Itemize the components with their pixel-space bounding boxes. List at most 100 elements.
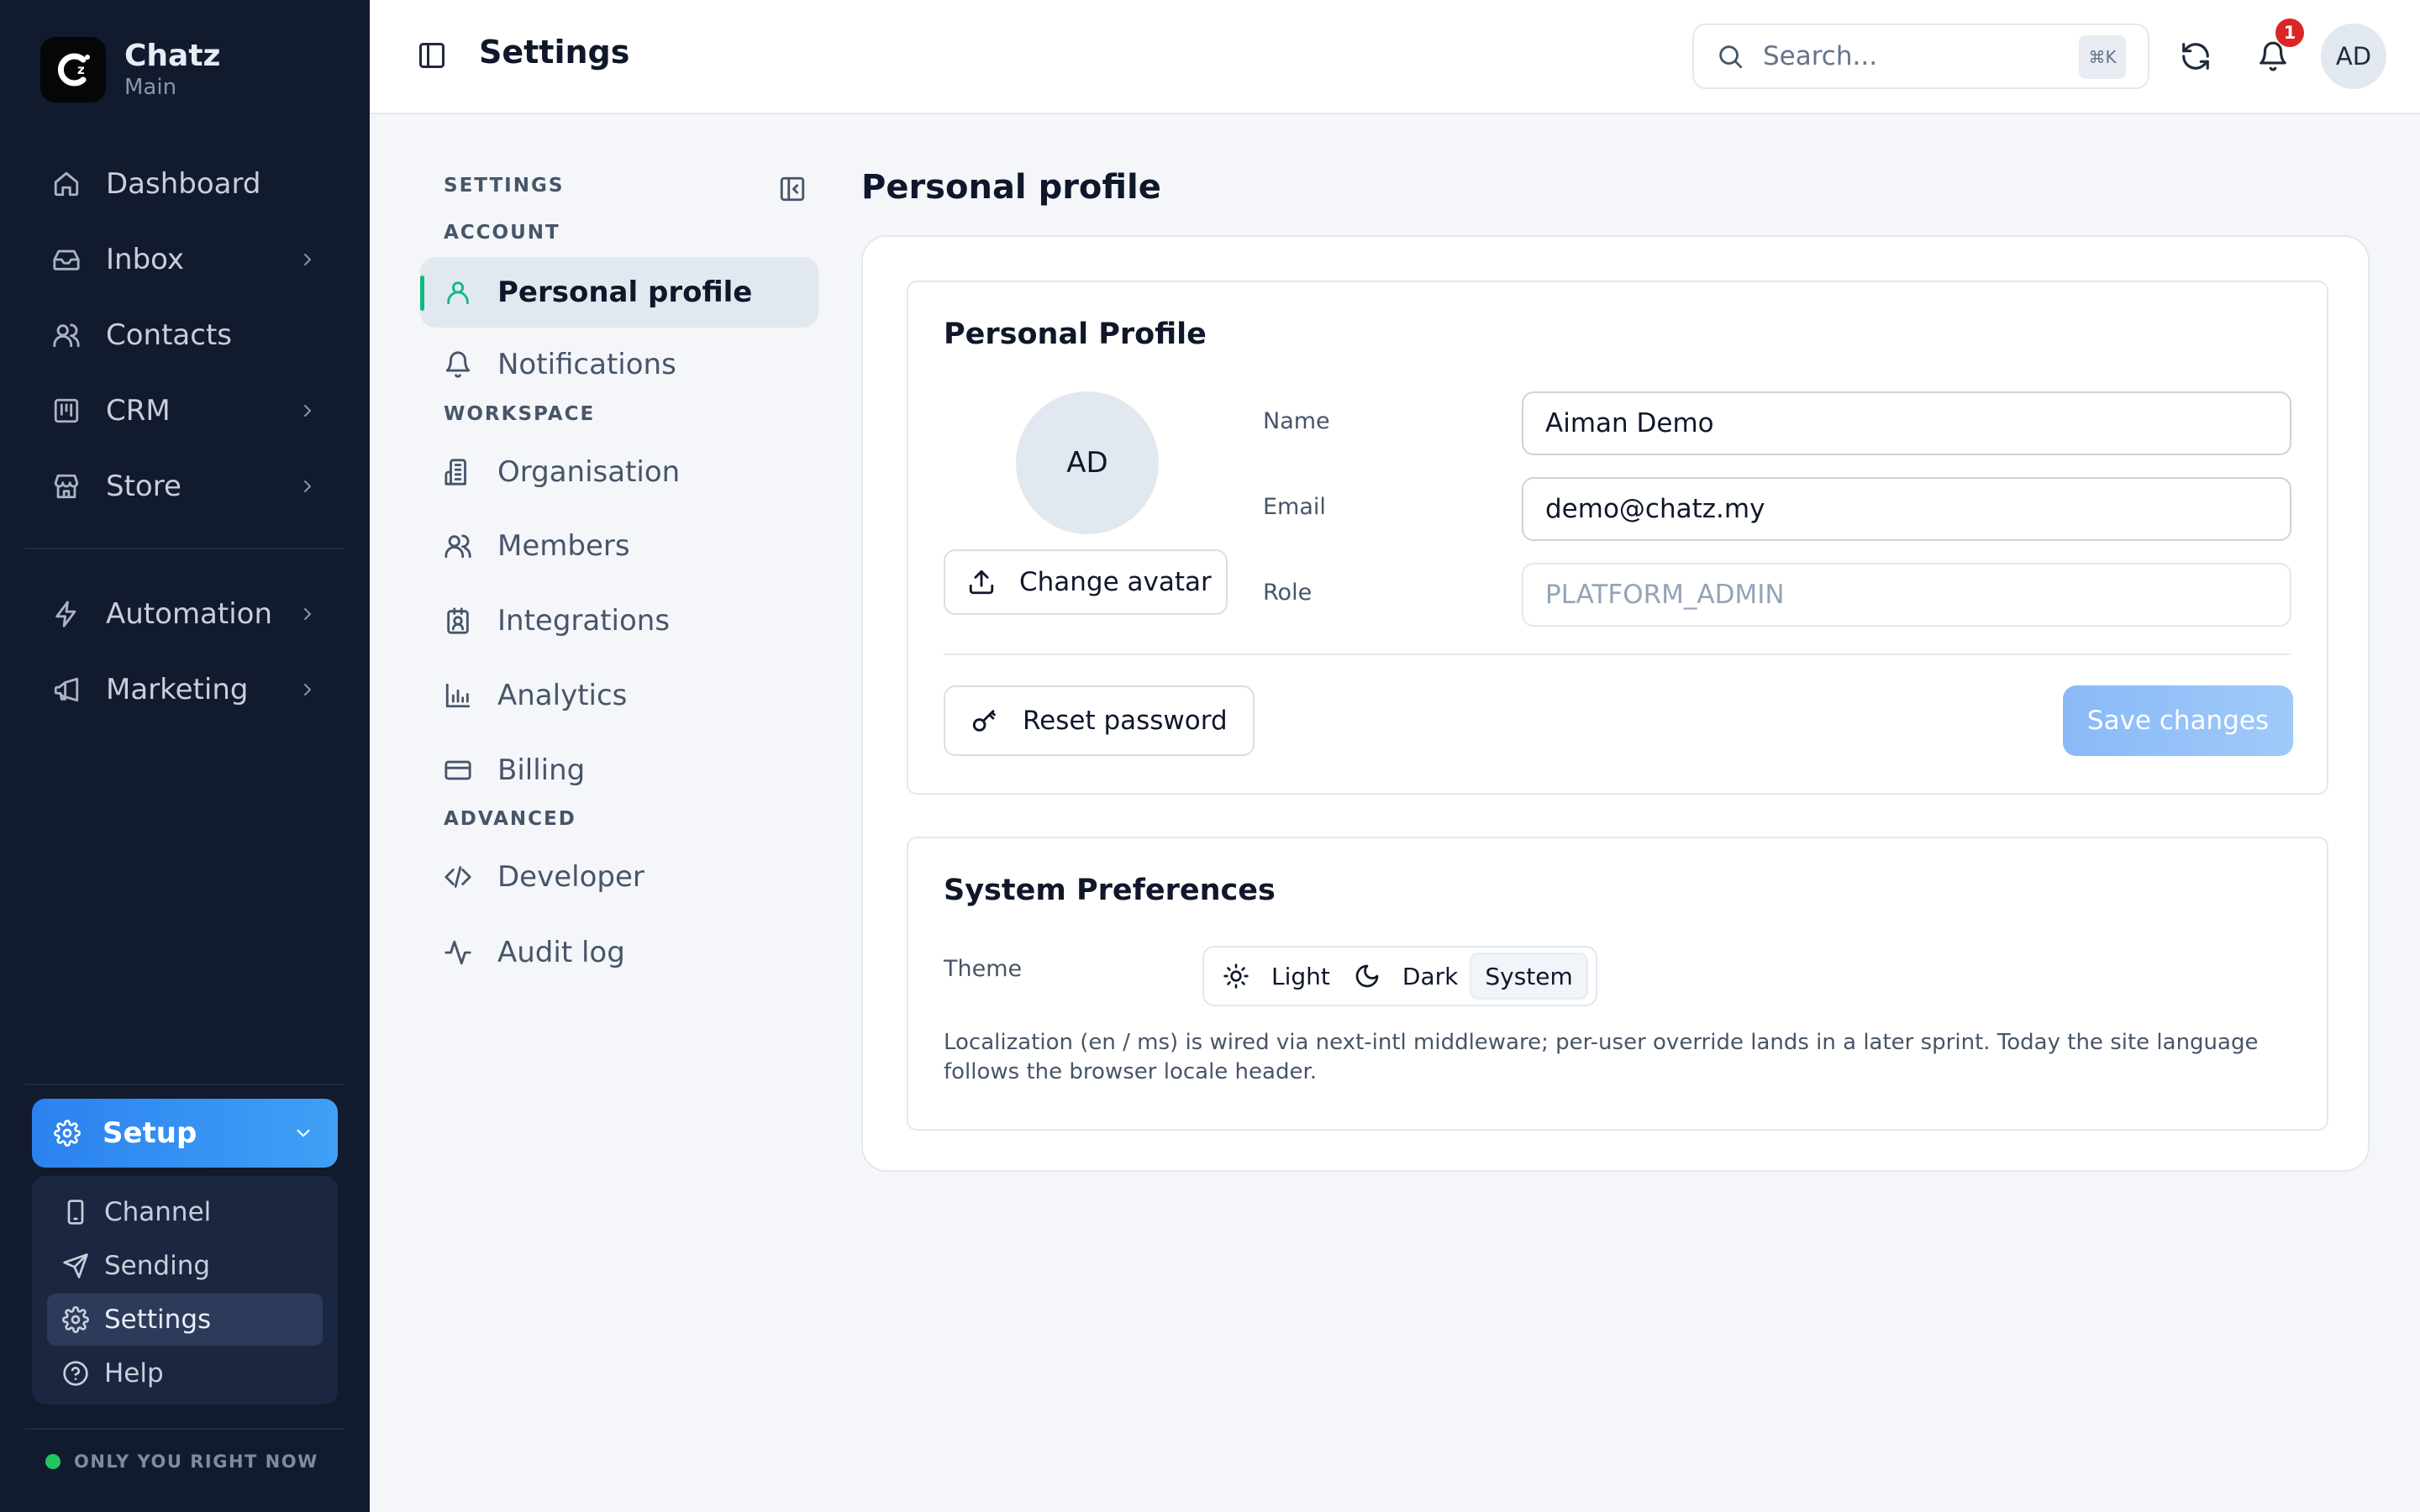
personal-profile-card: Personal Profile AD Change avatar Name A… [907, 281, 2328, 795]
settings-panel: Personal Profile AD Change avatar Name A… [861, 235, 2370, 1172]
setup-submenu: Channel Sending Settings Help [32, 1176, 338, 1404]
settings-item-analytics[interactable]: Analytics [420, 660, 818, 731]
save-changes-button[interactable]: Save changes [2063, 685, 2293, 756]
moon-icon [1355, 964, 1379, 988]
name-field[interactable]: Aiman Demo [1522, 391, 2291, 455]
nav-dashboard[interactable]: Dashboard [25, 146, 343, 222]
card-title: System Preferences [944, 874, 1276, 907]
name-label: Name [1263, 408, 1330, 434]
email-label: Email [1263, 494, 1326, 520]
chevron-right-icon [304, 405, 311, 417]
change-avatar-button[interactable]: Change avatar [944, 549, 1228, 615]
secondary-nav: Automation Marketing [25, 576, 343, 727]
svg-text:z: z [77, 62, 85, 77]
submenu-item-settings[interactable]: Settings [47, 1294, 323, 1346]
chatz-logo-icon: z [40, 37, 106, 102]
gear-icon [62, 1306, 89, 1333]
nav-inbox[interactable]: Inbox [25, 222, 343, 297]
gear-icon [54, 1120, 81, 1147]
integration-icon [447, 607, 469, 634]
submenu-label: Settings [104, 1305, 212, 1335]
brand[interactable]: z Chatz Main [40, 37, 221, 102]
email-field[interactable]: demo@chatz.my [1522, 477, 2291, 541]
settings-item-label: Analytics [497, 679, 628, 712]
refresh-icon[interactable] [2180, 40, 2212, 72]
nav-label: Marketing [106, 673, 249, 706]
theme-option-system[interactable]: System [1470, 953, 1588, 1000]
settings-item-notifications[interactable]: Notifications [420, 329, 818, 400]
key-icon [972, 710, 996, 732]
theme-option-dark[interactable]: Dark [1342, 953, 1470, 1000]
sun-icon [1223, 963, 1249, 989]
search-shortcut: ⌘K [2079, 35, 2126, 79]
search-icon [1719, 45, 1743, 69]
role-field: PLATFORM_ADMIN [1522, 563, 2291, 627]
chevron-down-icon [297, 1129, 310, 1137]
submenu-item-help[interactable]: Help [47, 1347, 323, 1399]
theme-label: Theme [944, 956, 1023, 982]
settings-item-developer[interactable]: Developer [420, 842, 818, 912]
nav-label: Contacts [106, 318, 232, 352]
nav-label: Store [106, 470, 182, 503]
app-sidebar: z Chatz Main Dashboard Inbox Contacts CR… [0, 0, 370, 1512]
user-avatar[interactable]: AD [2321, 24, 2386, 89]
zap-icon [55, 601, 76, 627]
theme-option-light[interactable]: Light [1211, 953, 1342, 1000]
users-icon [53, 323, 80, 348]
settings-item-personal-profile[interactable]: Personal profile [420, 257, 818, 328]
nav-automation[interactable]: Automation [25, 576, 343, 652]
localization-note: Localization (en / ms) is wired via next… [944, 1030, 2259, 1084]
home-icon [54, 171, 79, 197]
submenu-item-channel[interactable]: Channel [47, 1186, 323, 1238]
theme-option-label: System [1485, 962, 1573, 990]
sidebar-toggle-icon[interactable] [417, 40, 447, 71]
section-title-workspace: WORKSPACE [444, 403, 596, 425]
card-divider [944, 654, 2291, 655]
users-icon [445, 534, 471, 559]
submenu-item-sending[interactable]: Sending [47, 1240, 323, 1292]
nav-label: Inbox [106, 243, 185, 276]
nav-divider [25, 1084, 345, 1085]
role-label: Role [1263, 580, 1313, 606]
main-nav: Dashboard Inbox Contacts CRM Store [25, 146, 343, 524]
settings-item-label: Personal profile [497, 276, 753, 309]
nav-contacts[interactable]: Contacts [25, 297, 343, 373]
settings-item-organisation[interactable]: Organisation [420, 437, 818, 507]
section-title-advanced: ADVANCED [444, 808, 576, 830]
nav-divider [25, 548, 345, 549]
settings-item-integrations[interactable]: Integrations [420, 585, 818, 656]
sidebar-divider [25, 1428, 345, 1430]
settings-item-label: Notifications [497, 348, 676, 381]
settings-item-label: Developer [497, 860, 644, 894]
smartphone-icon [67, 1200, 84, 1225]
settings-item-audit-log[interactable]: Audit log [420, 917, 818, 988]
building-icon [445, 459, 466, 486]
code-icon [445, 866, 471, 888]
settings-item-label: Organisation [497, 455, 681, 489]
section-title: Personal profile [861, 168, 1161, 207]
settings-item-billing[interactable]: Billing [420, 735, 818, 806]
search-input[interactable]: Search... ⌘K [1692, 24, 2149, 89]
notification-badge: 1 [2275, 18, 2304, 47]
settings-nav-heading: SETTINGS [444, 175, 565, 197]
chevron-right-icon [304, 480, 311, 492]
nav-marketing[interactable]: Marketing [25, 652, 343, 727]
setup-button[interactable]: Setup [32, 1099, 338, 1168]
settings-item-label: Integrations [497, 604, 671, 638]
help-circle-icon [63, 1361, 88, 1386]
megaphone-icon [54, 677, 79, 702]
bar-chart-icon [445, 683, 471, 708]
collapse-panel-icon[interactable] [778, 175, 807, 203]
nav-label: Dashboard [106, 167, 261, 201]
nav-store[interactable]: Store [25, 449, 343, 524]
nav-crm[interactable]: CRM [25, 373, 343, 449]
settings-item-members[interactable]: Members [420, 511, 818, 581]
nav-label: Automation [106, 597, 273, 631]
submenu-label: Help [104, 1358, 164, 1389]
reset-password-button[interactable]: Reset password [944, 685, 1255, 756]
online-dot-icon [45, 1454, 60, 1469]
settings-item-label: Billing [497, 753, 586, 787]
store-icon [54, 474, 79, 499]
presence-status: ONLY YOU RIGHT NOW [45, 1452, 318, 1472]
page-title: Settings [479, 34, 630, 71]
